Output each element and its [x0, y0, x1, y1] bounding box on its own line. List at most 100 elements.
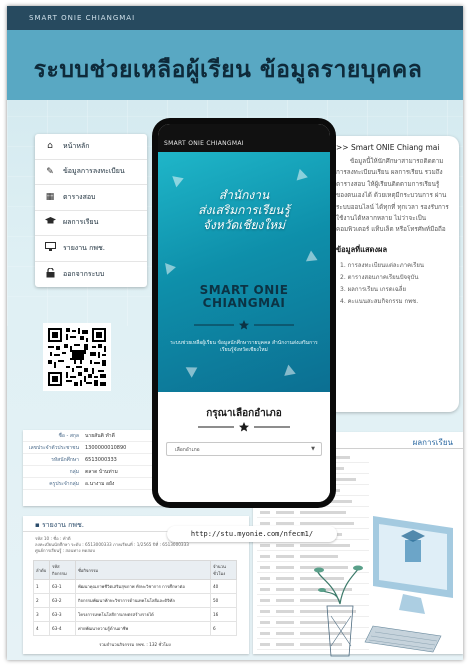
profile-row: กลุ่ม ตลาด บ้านท่าม [23, 466, 165, 478]
edit-icon: ✎ [46, 166, 54, 177]
phone-screen: SMART ONIE CHIANGMAI สำนักงาน ส่งเสริมกา… [158, 124, 330, 502]
table-cell: กิจกรรมพัฒนาทักษะวิชาการด้านเทคโนโลยีและ… [75, 593, 211, 608]
profile-value: 6513000333 [85, 456, 117, 463]
profile-row: ชื่อ - สกุล นายสันติ ทำดี [23, 430, 165, 442]
table-cell: 3 [33, 607, 50, 622]
select-value: เลือกอำเภอ [175, 447, 200, 453]
column-header: ลำดับ [33, 560, 50, 580]
monitor-icon [43, 242, 57, 254]
profile-label: รหัสนักศึกษา [51, 456, 79, 463]
menu-item-label: หน้าหลัก [63, 141, 90, 150]
computer-illustration [314, 516, 453, 657]
profile-label: ครูประจำกลุ่ม [49, 480, 79, 487]
column-header: รหัสกิจกรรม [49, 560, 76, 580]
profile-value: ตลาด บ้านท่าม [85, 468, 118, 475]
table-cell: 50 [210, 593, 237, 608]
profile-label: กลุ่ม [69, 468, 79, 475]
table-cell: 4 [33, 621, 50, 636]
home-icon: ⌂ [47, 141, 53, 152]
chevron-down-icon: ▼ [311, 446, 315, 452]
unlock-icon [43, 267, 57, 281]
profile-value: 1300000010890 [85, 444, 127, 451]
brand-line: CHIANGMAI [202, 296, 286, 310]
table-cell: 40 [210, 579, 237, 594]
info-card: >> Smart ONIE Chiang mai ข้อมูลนี้ให้นัก… [327, 136, 459, 412]
website-url[interactable]: http://stu.myonie.com/nfecm1/ [167, 526, 337, 542]
star-divider-icon [194, 320, 294, 330]
paper-plane-icon [284, 364, 298, 380]
top-bar: SMART ONIE CHIANGMAI [7, 6, 463, 30]
column-header: จำนวนชั่วโมง [210, 560, 237, 580]
info-list-item: 3. ผลการเรียน เกรดเฉลี่ย [340, 285, 406, 293]
info-card-title: >> Smart ONIE Chiang mai [336, 143, 440, 152]
profile-row: รหัสนักศึกษา 6513000333 [23, 454, 165, 466]
report-title-text: รายงาน กพช. [41, 521, 84, 529]
table-cell: 63-3 [49, 607, 76, 622]
banner-line: จังหวัดเชียงใหม่ [202, 218, 286, 232]
profile-label: ชื่อ - สกุล [58, 432, 79, 439]
menu-item-label: รายงาน กพช. [63, 243, 105, 252]
table-cell: โครงการเทคโนโลยีการเกษตรสร้างรายได้ [75, 607, 211, 622]
table-cell: ค่ายพัฒนาความรู้ด้านอาชีพ [75, 621, 211, 636]
table-cell: 6 [210, 621, 237, 636]
profile-label: เลขประจำตัวประชาชน [28, 444, 79, 451]
menu-item-label: ผลการเรียน [63, 218, 99, 227]
page-title: ระบบช่วยเหลือผู้เรียน ข้อมูลรายบุคคล [33, 57, 423, 83]
column-header: ชื่อกิจกรรม [75, 560, 211, 580]
paper-plane-icon [185, 362, 201, 378]
profile-value: นายสันติ ทำดี [85, 432, 115, 439]
paper-plane-icon [305, 250, 321, 266]
calendar-icon: ▦ [45, 192, 55, 203]
brand-name: SMART ONIE CHIANGMAI [158, 284, 330, 310]
table-row: 3 63-3 โครงการเทคโนโลยีการเกษตรสร้างรายไ… [33, 607, 237, 622]
report-table: ลำดับ รหัสกิจกรรม ชื่อกิจกรรม จำนวนชั่วโ… [33, 560, 237, 636]
table-row: 2 63-2 กิจกรรมพัฒนาทักษะวิชาการด้านเทคโน… [33, 593, 237, 608]
menu-item-report[interactable]: รายงาน กพช. [35, 236, 147, 262]
phone-banner: สำนักงาน ส่งเสริมการเรียนรู้ จังหวัดเชีย… [158, 152, 330, 392]
district-select[interactable]: เลือกอำเภอ ▼ [166, 442, 322, 456]
paper-plane-icon [165, 261, 177, 275]
phone-mockup: SMART ONIE CHIANGMAI สำนักงาน ส่งเสริมกา… [152, 118, 336, 508]
info-list-item: 2. ตารางสอบภาคเรียนปัจจุบัน [340, 273, 419, 281]
profile-value: อ.นางาม อยัง [85, 480, 115, 487]
table-cell: 63-1 [49, 579, 76, 594]
select-title: กรุณาเลือกอำเภอ [206, 408, 282, 419]
report-total: รวมจำนวนกิจกรรม กพช. : 132 ชั่วโมง [99, 642, 171, 647]
menu-item-label: ตารางสอบ [63, 192, 96, 201]
menu-item-logout[interactable]: ออกจากระบบ [35, 262, 147, 288]
banner-line: สำนักงาน [218, 188, 270, 202]
info-list: 1. การลงทะเบียนแต่ละภาคเรียน 2. ตารางสอบ… [336, 260, 450, 308]
profile-row: ครูประจำกลุ่ม อ.นางาม อยัง [23, 478, 165, 490]
table-header-row: ลำดับ รหัสกิจกรรม ชื่อกิจกรรม จำนวนชั่วโ… [33, 560, 237, 580]
student-profile: ชื่อ - สกุล นายสันติ ทำดี เลขประจำตัวประ… [23, 430, 165, 506]
star-divider-icon [198, 422, 290, 432]
table-cell: 16 [210, 607, 237, 622]
table-cell: 2 [33, 593, 50, 608]
table-row: 4 63-4 ค่ายพัฒนาความรู้ด้านอาชีพ 6 [33, 621, 237, 636]
profile-row: เลขประจำตัวประชาชน 1300000010890 [23, 442, 165, 454]
menu-item-label: ออกจากระบบ [63, 269, 105, 278]
banner-office-name: สำนักงาน ส่งเสริมการเรียนรู้ จังหวัดเชีย… [158, 188, 330, 233]
paper-plane-icon [172, 172, 186, 188]
menu-item-grades[interactable]: ผลการเรียน [35, 211, 147, 236]
banner-line: ส่งเสริมการเรียนรู้ [198, 203, 290, 217]
table-cell: พัฒนาคุณภาพชีวิตเสริมสุขภาพ ทักษะวิชาการ… [75, 579, 211, 594]
table-cell: 63-4 [49, 621, 76, 636]
report-note-line: ศูนย์การเรียนรู้ : สอนทาง ทดสอบ [35, 548, 96, 553]
report-icon: ▪ [35, 521, 42, 529]
table-row: 1 63-1 พัฒนาคุณภาพชีวิตเสริมสุขภาพ ทักษะ… [33, 579, 237, 594]
paper-plane-icon [296, 168, 310, 184]
menu-item-label: ข้อมูลการลงทะเบียน [63, 167, 125, 176]
menu-item-home[interactable]: ⌂ หน้าหลัก [35, 134, 147, 160]
info-list-item: 1. การลงทะเบียนแต่ละภาคเรียน [340, 261, 425, 269]
menu-item-exam-schedule[interactable]: ▦ ตารางสอบ [35, 185, 147, 211]
qr-code [43, 323, 111, 391]
menu-item-registration[interactable]: ✎ ข้อมูลการลงทะเบียน [35, 160, 147, 185]
district-selector: กรุณาเลือกอำเภอ เลือกอำเภอ ▼ [158, 392, 330, 502]
info-card-body: ข้อมูลนี้ให้นักศึกษาสามารถติดตามการลงทะเ… [336, 158, 449, 234]
table-cell: 1 [33, 579, 50, 594]
info-card-subtitle: ข้อมูลที่แสดงผล [336, 244, 388, 254]
info-list-item: 4. คะแนนสะสมกิจกรรม กพช. [340, 297, 419, 305]
table-cell: 63-2 [49, 593, 76, 608]
side-menu: ⌂ หน้าหลัก ✎ ข้อมูลการลงทะเบียน ▦ ตารางส… [35, 134, 147, 287]
